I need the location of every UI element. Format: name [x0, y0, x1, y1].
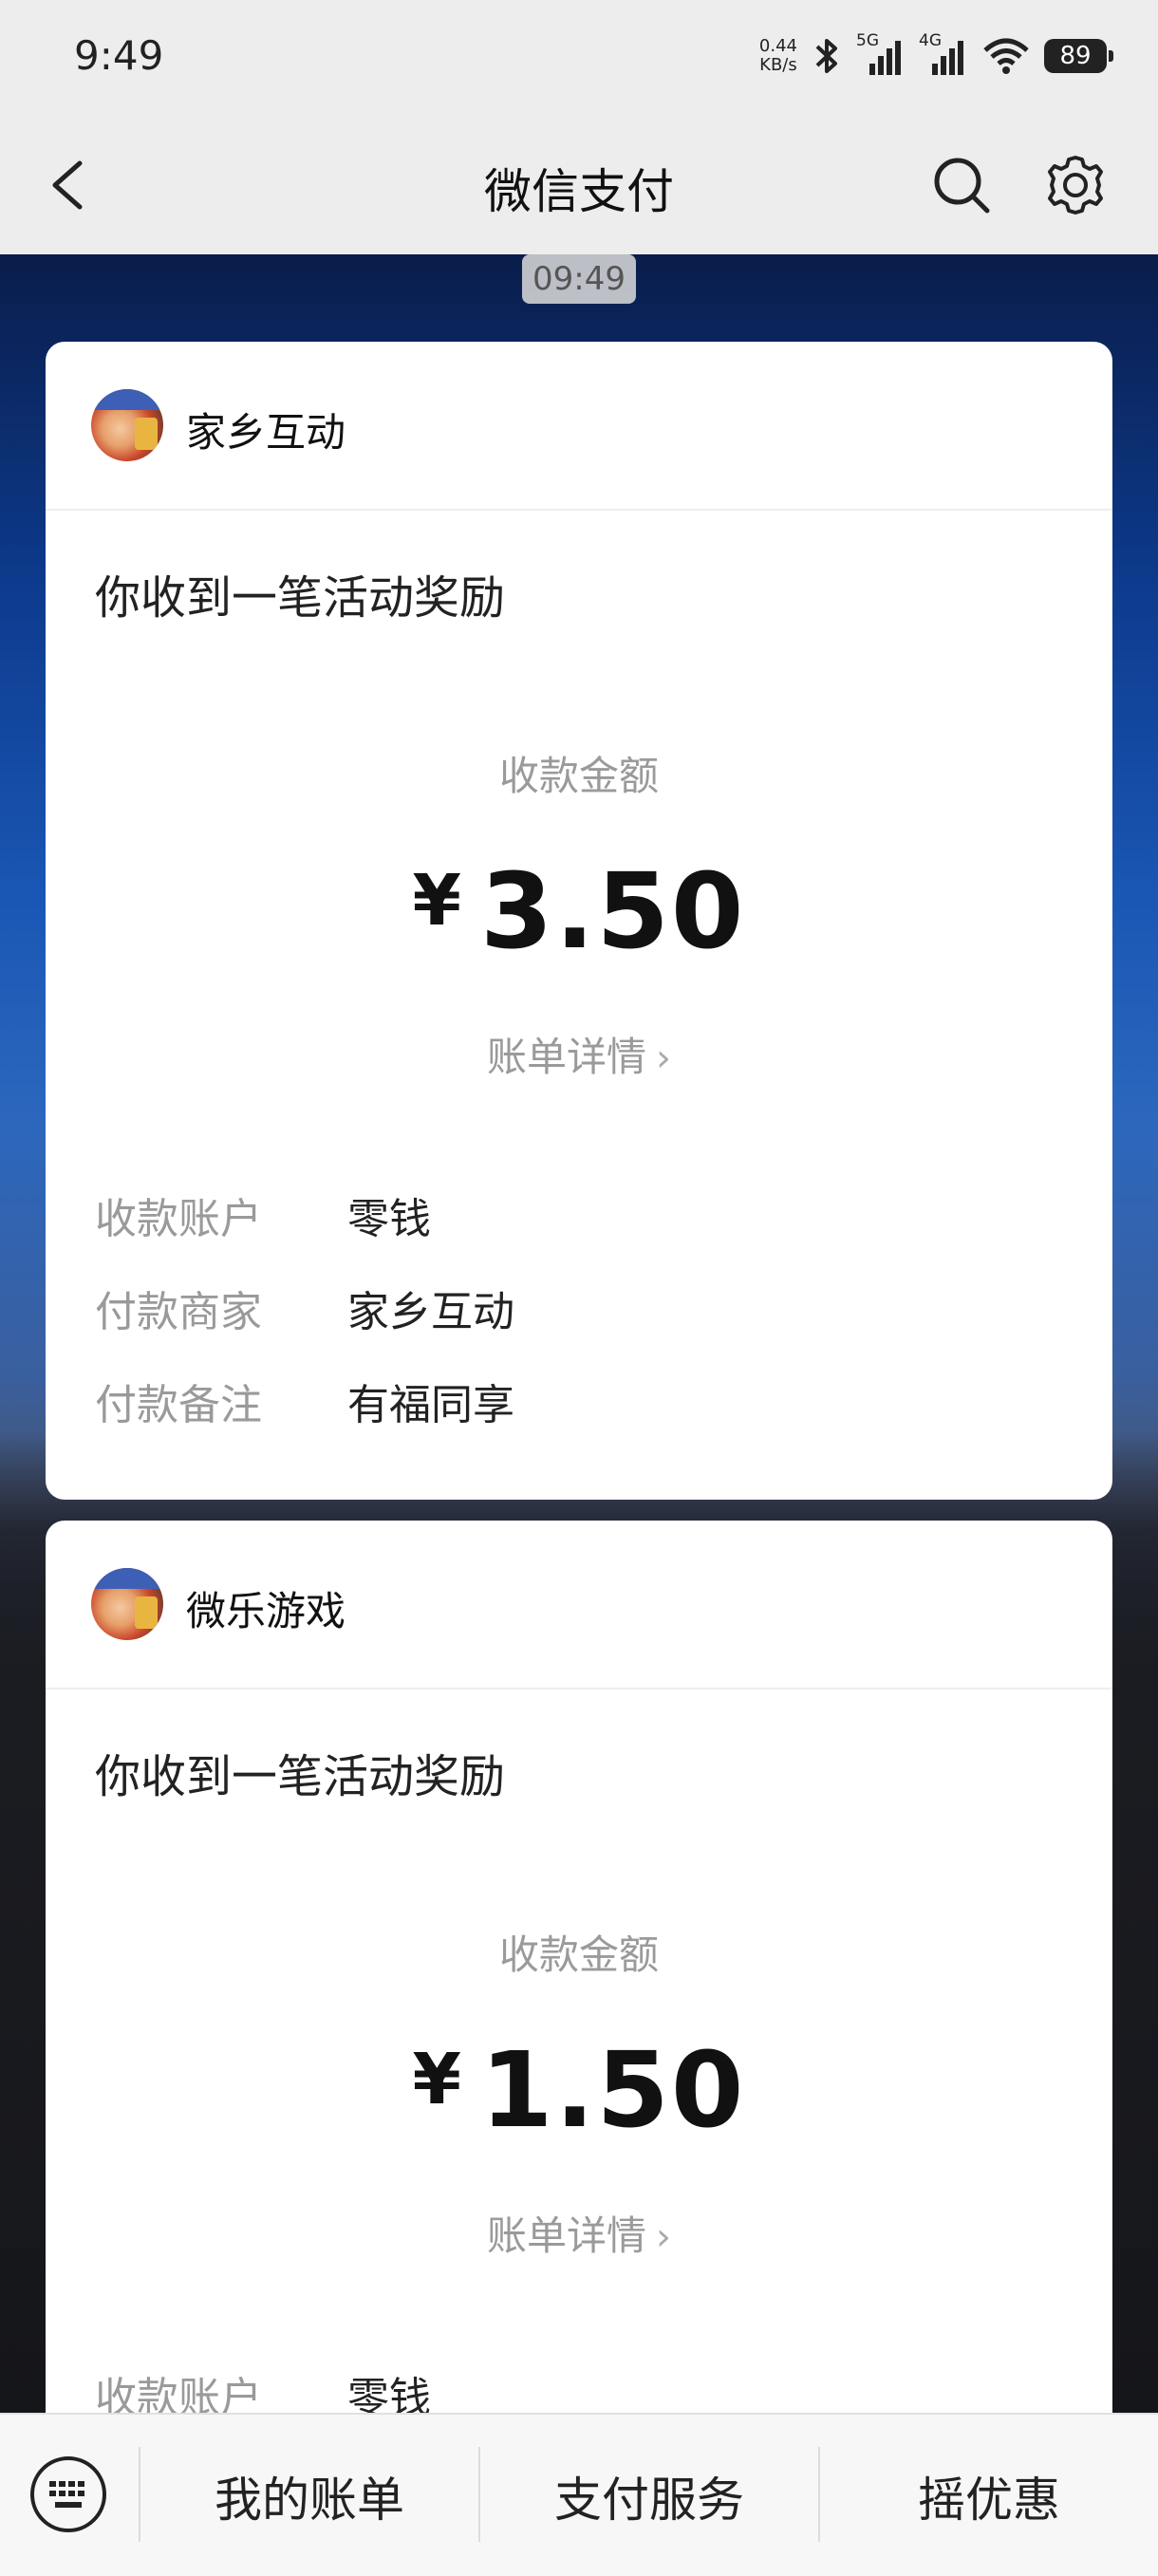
gear-icon [1048, 156, 1103, 215]
chevron-right-icon: › [656, 2215, 671, 2259]
merchant-name: 微乐游戏 [186, 1588, 346, 1634]
bill-detail-label: 账单详情 [486, 2212, 646, 2259]
payment-card[interactable]: 微乐游戏 你收到一笔活动奖励 收款金额 ¥1.50 账单详情 › 收款账户 零钱 [46, 1521, 1112, 2470]
search-icon [934, 158, 990, 214]
wifi-icon [983, 38, 1029, 74]
signal-4g: 4G [919, 31, 968, 77]
amount-label: 收款金额 [498, 753, 659, 799]
signal-bars-icon [932, 41, 963, 75]
info-key: 付款备注 [95, 1381, 262, 1429]
card-header[interactable]: 微乐游戏 [46, 1521, 1112, 1689]
card-header[interactable]: 家乡互动 [46, 342, 1112, 511]
keyboard-icon [30, 2456, 106, 2532]
battery-indicator: 89 [1044, 39, 1113, 73]
currency-symbol: ¥ [412, 860, 464, 942]
info-key: 收款账户 [95, 1195, 262, 1243]
amount-number: 3.50 [480, 850, 746, 972]
currency-symbol: ¥ [412, 2039, 464, 2120]
info-value: 有福同享 [347, 1381, 514, 1429]
merchant-avatar[interactable] [91, 1568, 163, 1640]
app-header: 微信支付 [0, 114, 1158, 254]
card-title: 你收到一笔活动奖励 [95, 1750, 506, 1803]
amount-value: ¥1.50 [46, 2029, 1112, 2151]
signal-bars-icon [869, 41, 901, 75]
status-icons: 0.44 KB/s 5G 4G 89 [759, 31, 1113, 80]
search-button[interactable] [928, 152, 995, 218]
bill-detail-label: 账单详情 [486, 1034, 646, 1080]
bill-detail-link[interactable]: 账单详情 › [46, 2204, 1112, 2262]
bill-detail-link[interactable]: 账单详情 › [46, 1025, 1112, 1083]
amount-label: 收款金额 [498, 1932, 659, 1978]
menu-payment-services[interactable]: 支付服务 [480, 2462, 818, 2529]
network-speed-value: 0.44 [758, 36, 797, 56]
bottom-menu-bar: 我的账单 支付服务 摇优惠 [0, 2413, 1158, 2576]
network-speed: 0.44 KB/s [759, 37, 797, 75]
chevron-right-icon: › [656, 1036, 671, 1080]
card-title: 你收到一笔活动奖励 [95, 571, 506, 625]
signal-5g: 5G [856, 31, 906, 77]
keyboard-toggle-button[interactable] [28, 2455, 108, 2534]
info-value: 零钱 [347, 1195, 431, 1243]
menu-my-bills[interactable]: 我的账单 [140, 2462, 478, 2529]
bluetooth-icon [815, 39, 837, 73]
info-key: 付款商家 [95, 1288, 262, 1336]
status-bar: 9:49 0.44 KB/s 5G 4G 89 [0, 0, 1158, 114]
payment-card[interactable]: 家乡互动 你收到一笔活动奖励 收款金额 ¥3.50 账单详情 › 收款账户 零钱 … [46, 342, 1112, 1500]
status-time: 9:49 [74, 32, 164, 79]
settings-button[interactable] [1042, 152, 1109, 218]
info-value: 家乡互动 [347, 1288, 514, 1336]
amount-number: 1.50 [480, 2029, 746, 2151]
merchant-avatar[interactable] [91, 389, 163, 461]
amount-value: ¥3.50 [46, 850, 1112, 972]
message-timestamp: 09:49 [522, 254, 636, 304]
network-speed-unit: KB/s [759, 55, 797, 75]
menu-shake-discount[interactable]: 摇优惠 [820, 2462, 1158, 2529]
merchant-name: 家乡互动 [186, 409, 346, 456]
